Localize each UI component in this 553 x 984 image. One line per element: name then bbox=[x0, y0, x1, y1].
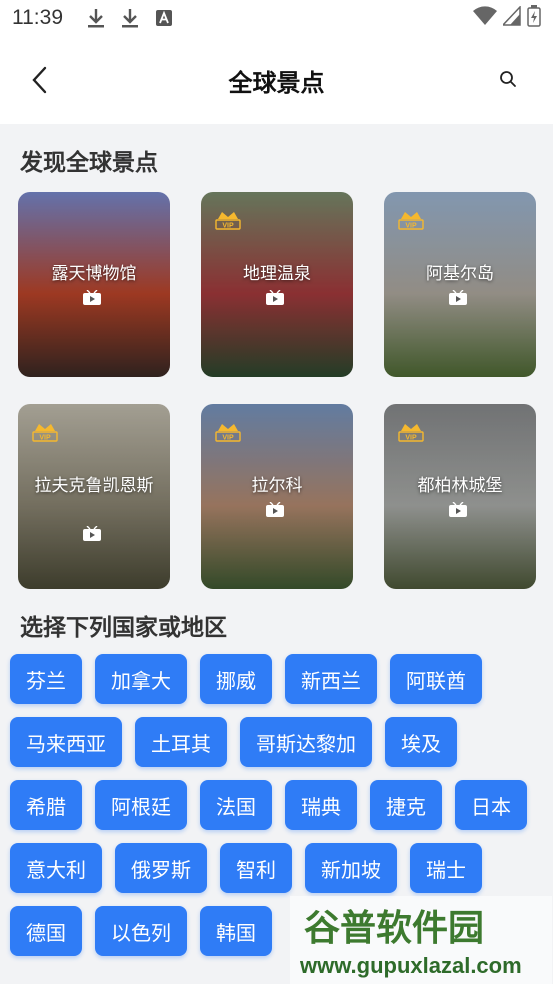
attraction-label: 拉夫克鲁凯恩斯 bbox=[34, 476, 154, 496]
status-bar: 11:39 bbox=[0, 0, 553, 36]
chip-row: 希腊 阿根廷 法国 瑞典 捷克 日本 bbox=[10, 780, 550, 830]
battery-icon bbox=[527, 4, 541, 32]
attraction-label: 露天博物馆 bbox=[51, 264, 137, 284]
region-chip[interactable]: 韩国 bbox=[200, 906, 272, 956]
attraction-label: 地理温泉 bbox=[243, 264, 311, 284]
vip-crown-icon: VIP bbox=[215, 420, 241, 446]
svg-text:VIP: VIP bbox=[39, 435, 51, 442]
region-chip[interactable]: 瑞典 bbox=[285, 780, 357, 830]
vip-crown-icon: VIP bbox=[398, 420, 424, 446]
video-icon bbox=[82, 525, 102, 542]
svg-text:VIP: VIP bbox=[405, 435, 417, 442]
vip-crown-icon: VIP bbox=[215, 208, 241, 234]
region-chip[interactable]: 德国 bbox=[10, 906, 82, 956]
attraction-card[interactable]: VIP 阿基尔岛 bbox=[384, 192, 536, 377]
region-chip[interactable]: 芬兰 bbox=[10, 654, 82, 704]
video-icon bbox=[82, 289, 102, 306]
attraction-card[interactable]: VIP 地理温泉 bbox=[201, 192, 353, 377]
app-bar: 全球景点 bbox=[0, 36, 553, 124]
svg-text:VIP: VIP bbox=[405, 223, 417, 230]
regions-section-title: 选择下列国家或地区 bbox=[20, 615, 227, 641]
discover-section-title: 发现全球景点 bbox=[20, 150, 158, 176]
region-chip[interactable]: 阿根廷 bbox=[95, 780, 187, 830]
attraction-label: 阿基尔岛 bbox=[426, 264, 494, 284]
region-chip[interactable]: 捷克 bbox=[370, 780, 442, 830]
svg-text:VIP: VIP bbox=[222, 435, 234, 442]
vip-crown-icon: VIP bbox=[398, 208, 424, 234]
download-icon bbox=[83, 5, 109, 31]
region-chip[interactable]: 俄罗斯 bbox=[115, 843, 207, 893]
region-chip[interactable]: 加拿大 bbox=[95, 654, 187, 704]
region-chip[interactable]: 新加坡 bbox=[305, 843, 397, 893]
chevron-left-icon bbox=[31, 66, 49, 98]
region-chip[interactable]: 以色列 bbox=[95, 906, 187, 956]
attraction-card[interactable]: 露天博物馆 bbox=[18, 192, 170, 377]
chip-row: 德国 以色列 韩国 bbox=[10, 906, 550, 956]
search-button[interactable] bbox=[493, 66, 523, 96]
page-title: 全球景点 bbox=[228, 68, 325, 97]
attraction-card[interactable]: VIP 拉尔科 bbox=[201, 404, 353, 589]
region-chip[interactable]: 埃及 bbox=[385, 717, 457, 767]
signal-icon bbox=[501, 4, 521, 31]
vip-crown-icon: VIP bbox=[32, 420, 58, 446]
wifi-icon bbox=[473, 5, 497, 31]
region-chips: 芬兰 加拿大 挪威 新西兰 阿联酋 马来西亚 土耳其 哥斯达黎加 埃及 希腊 阿根廷 法国 瑞典 捷克 日本… bbox=[10, 654, 550, 969]
video-icon bbox=[265, 289, 285, 306]
region-chip[interactable]: 希腊 bbox=[10, 780, 82, 830]
search-icon bbox=[499, 70, 517, 92]
video-icon bbox=[448, 289, 468, 306]
download-icon bbox=[117, 5, 143, 31]
region-chip[interactable]: 智利 bbox=[220, 843, 292, 893]
region-chip[interactable]: 马来西亚 bbox=[10, 717, 122, 767]
region-chip[interactable]: 法国 bbox=[200, 780, 272, 830]
region-chip[interactable]: 挪威 bbox=[200, 654, 272, 704]
back-button[interactable] bbox=[22, 64, 58, 100]
region-chip[interactable]: 阿联酋 bbox=[390, 654, 482, 704]
video-icon bbox=[448, 501, 468, 518]
attraction-card[interactable]: VIP 都柏林城堡 bbox=[384, 404, 536, 589]
region-chip[interactable]: 新西兰 bbox=[285, 654, 377, 704]
attraction-label: 都柏林城堡 bbox=[417, 476, 503, 496]
region-chip[interactable]: 哥斯达黎加 bbox=[240, 717, 372, 767]
region-chip[interactable]: 瑞士 bbox=[410, 843, 482, 893]
attraction-card[interactable]: VIP 拉夫克鲁凯恩斯 bbox=[18, 404, 170, 589]
attraction-label: 拉尔科 bbox=[251, 476, 303, 496]
region-chip[interactable]: 日本 bbox=[455, 780, 527, 830]
chip-row: 马来西亚 土耳其 哥斯达黎加 埃及 bbox=[10, 717, 550, 767]
chip-row: 芬兰 加拿大 挪威 新西兰 阿联酋 bbox=[10, 654, 550, 704]
svg-text:VIP: VIP bbox=[222, 223, 234, 230]
video-icon bbox=[265, 501, 285, 518]
region-chip[interactable]: 意大利 bbox=[10, 843, 102, 893]
font-icon bbox=[151, 5, 177, 31]
chip-row: 意大利 俄罗斯 智利 新加坡 瑞士 bbox=[10, 843, 550, 893]
region-chip[interactable]: 土耳其 bbox=[135, 717, 227, 767]
status-time: 11:39 bbox=[12, 6, 63, 29]
attraction-grid: 露天博物馆 VIP 地理温泉 VIP 阿基尔岛 VIP 拉夫克鲁凯恩斯 VIP 拉尔科 VIP 都柏… bbox=[18, 192, 536, 589]
